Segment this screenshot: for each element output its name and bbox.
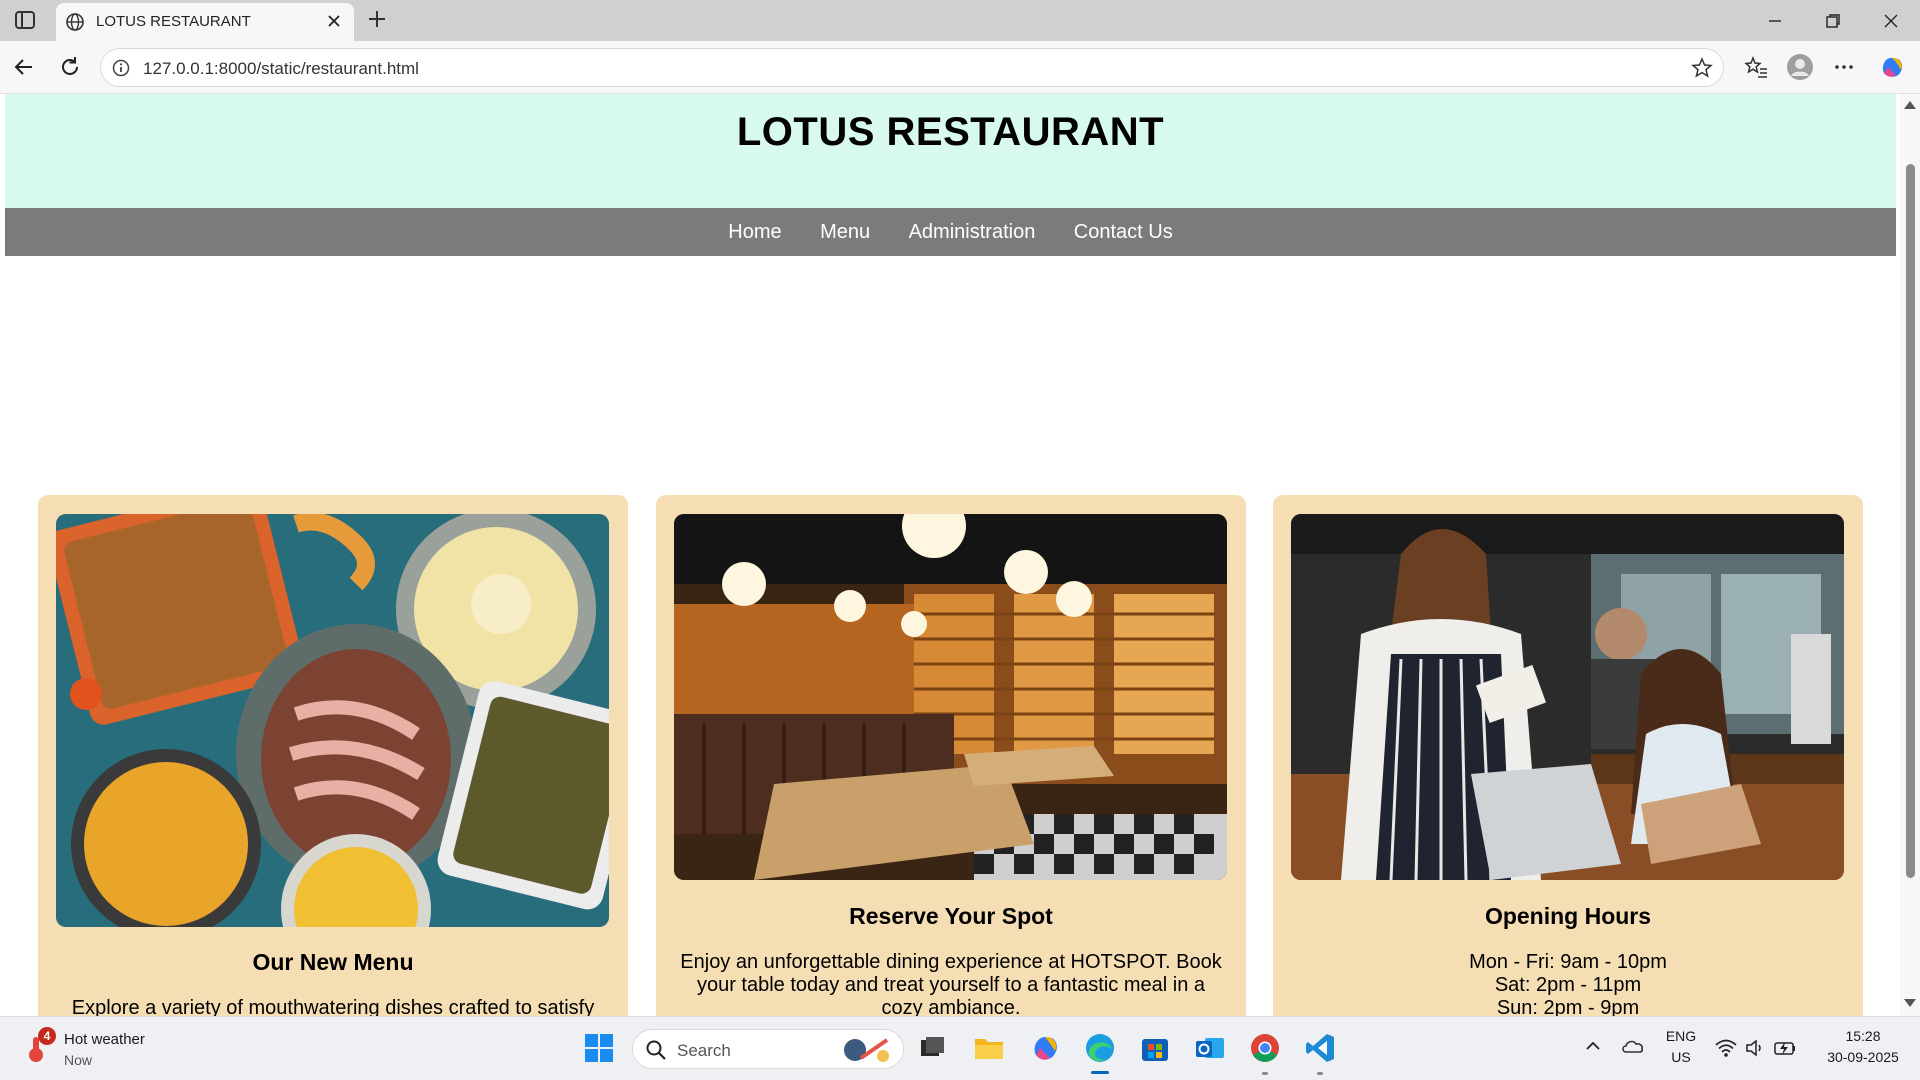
battery-charging-icon[interactable] <box>1772 1037 1798 1059</box>
language-code[interactable]: ENG <box>1664 1028 1698 1044</box>
outlook-icon[interactable] <box>1193 1031 1227 1065</box>
card-title: Opening Hours <box>1484 903 1652 929</box>
reload-icon[interactable] <box>56 53 84 81</box>
keyboard-region[interactable]: US <box>1664 1049 1698 1065</box>
site-nav: Home Menu Administration Contact Us <box>5 208 1896 256</box>
onedrive-cloud-icon[interactable] <box>1620 1035 1646 1057</box>
taskbar-search[interactable]: Search <box>632 1029 904 1069</box>
address-bar[interactable]: 127.0.0.1:8000/static/restaurant.html <box>100 48 1724 87</box>
browser-tab-active[interactable]: LOTUS RESTAURANT <box>56 3 354 41</box>
hours-line-sunday: Sun: 2pm - 9pm <box>1496 997 1640 1016</box>
nav-link-home[interactable]: Home <box>728 208 781 256</box>
windows-start-icon[interactable] <box>582 1031 616 1065</box>
scroll-down-arrow-icon[interactable] <box>1903 998 1917 1008</box>
minimize-icon[interactable] <box>1762 8 1788 34</box>
chevron-up-icon[interactable] <box>1582 1035 1604 1057</box>
copilot-icon[interactable] <box>1878 53 1906 81</box>
page-scrollbar[interactable] <box>1900 94 1920 1016</box>
hours-line-saturday: Sat: 2pm - 11pm <box>1494 974 1642 996</box>
close-window-icon[interactable] <box>1878 8 1904 34</box>
card-title: Reserve Your Spot <box>849 903 1053 929</box>
vscode-running-indicator <box>1317 1072 1323 1075</box>
new-tab-icon[interactable] <box>366 8 388 30</box>
waitress-taking-order-photo <box>1291 514 1844 880</box>
more-options-icon[interactable] <box>1830 53 1858 81</box>
card-our-new-menu: Our New Menu Explore a variety of mouthw… <box>38 495 628 1016</box>
search-highlight-icon <box>844 1038 889 1062</box>
windows-taskbar: 4 Hot weather Now Search ENG US 15:28 30… <box>0 1016 1920 1080</box>
close-tab-icon[interactable] <box>324 11 344 31</box>
nav-link-contact-us[interactable]: Contact Us <box>1074 208 1173 256</box>
browser-tab-bar: LOTUS RESTAURANT <box>0 0 1920 41</box>
site-info-icon[interactable] <box>111 58 131 78</box>
profile-avatar-icon[interactable] <box>1786 53 1814 81</box>
weather-subtitle: Now <box>64 1052 93 1068</box>
card-reserve-your-spot: Reserve Your Spot Enjoy an unforgettable… <box>656 495 1246 1016</box>
tab-title: LOTUS RESTAURANT <box>96 13 251 30</box>
card-title: Our New Menu <box>252 949 414 975</box>
back-icon[interactable] <box>10 53 38 81</box>
favorites-icon[interactable] <box>1742 53 1770 81</box>
page-viewport: LOTUS RESTAURANT Home Menu Administratio… <box>0 94 1920 1016</box>
globe-icon <box>66 13 84 31</box>
url-text[interactable]: 127.0.0.1:8000/static/restaurant.html <box>143 59 419 79</box>
clock-time[interactable]: 15:28 <box>1818 1028 1908 1044</box>
food-spread-photo <box>56 514 609 927</box>
volume-icon[interactable] <box>1744 1037 1766 1059</box>
tab-actions-icon[interactable] <box>14 10 36 30</box>
vscode-icon[interactable] <box>1303 1031 1337 1065</box>
nav-link-administration[interactable]: Administration <box>909 208 1036 256</box>
card-description: Enjoy an unforgettable dining experience… <box>680 951 1222 1016</box>
scroll-thumb[interactable] <box>1906 164 1915 878</box>
card-opening-hours: Opening Hours Mon - Fri: 9am - 10pm Sat:… <box>1273 495 1863 1016</box>
copilot-app-icon[interactable] <box>1028 1031 1062 1065</box>
browser-toolbar: 127.0.0.1:8000/static/restaurant.html <box>0 41 1920 94</box>
chrome-icon[interactable] <box>1248 1031 1282 1065</box>
wifi-icon[interactable] <box>1714 1037 1738 1059</box>
card-description: Explore a variety of mouthwatering dishe… <box>71 997 595 1016</box>
file-explorer-icon[interactable] <box>972 1031 1006 1065</box>
weather-title[interactable]: Hot weather <box>64 1031 145 1048</box>
weather-alert-badge: 4 <box>38 1027 56 1045</box>
favorite-star-icon[interactable] <box>1691 57 1713 79</box>
restore-icon[interactable] <box>1820 8 1846 34</box>
restaurant-interior-photo <box>674 514 1227 880</box>
task-view-icon[interactable] <box>916 1031 950 1065</box>
nav-link-menu[interactable]: Menu <box>820 208 870 256</box>
site-title: LOTUS RESTAURANT <box>736 110 1165 154</box>
site-header: LOTUS RESTAURANT <box>5 94 1896 208</box>
edge-icon[interactable] <box>1083 1031 1117 1065</box>
edge-active-indicator <box>1091 1071 1109 1074</box>
opening-hours-list: Mon - Fri: 9am - 10pm Sat: 2pm - 11pm Su… <box>1293 951 1843 1016</box>
search-placeholder: Search <box>677 1041 731 1060</box>
scroll-up-arrow-icon[interactable] <box>1903 100 1917 110</box>
chrome-running-indicator <box>1262 1072 1268 1075</box>
clock-date[interactable]: 30-09-2025 <box>1808 1049 1918 1065</box>
search-icon <box>646 1040 666 1060</box>
hours-line-weekdays: Mon - Fri: 9am - 10pm <box>1469 951 1667 973</box>
microsoft-store-icon[interactable] <box>1138 1031 1172 1065</box>
